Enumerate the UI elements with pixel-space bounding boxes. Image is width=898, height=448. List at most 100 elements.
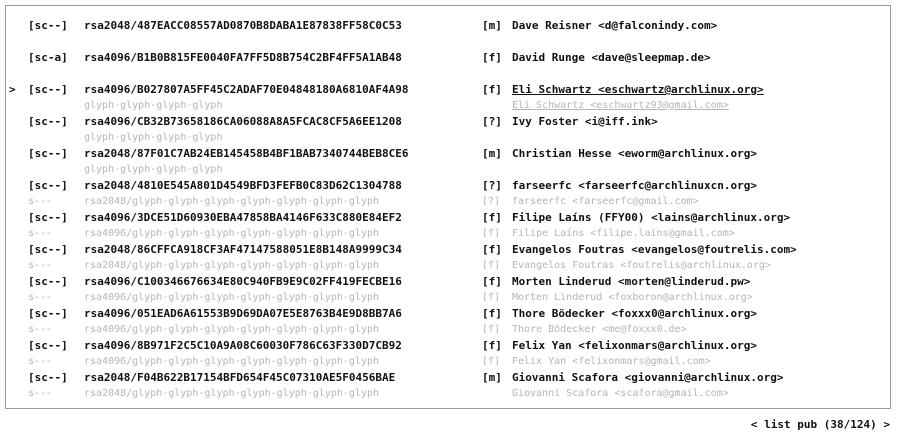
key-fingerprint: rsa2048/4810E545A801D4549BFD3FEFB0C83D62… xyxy=(84,179,402,192)
key-user-id: Morten Linderud <morten@linderud.pw> xyxy=(512,275,751,288)
key-row[interactable]: [sc--] rsa2048/487EACC08557AD0870B8DABA1E… xyxy=(6,18,890,50)
key-primary-line: [sc--] rsa4096/051EAD6A61553B9D69DA07E5E8… xyxy=(28,306,757,322)
key-trust: [?] xyxy=(482,179,502,192)
subkey-capabilities: s--- xyxy=(28,356,53,367)
key-user-id: Thore Bödecker <foxxx0@archlinux.org> xyxy=(512,307,758,320)
key-secondary-line: s--- rsa4096/glyph-glyph-glyph-glyph-glyp… xyxy=(28,226,735,242)
key-row[interactable]: [sc--] rsa2048/4810E545A801D4549BFD3FEFB0… xyxy=(6,178,890,210)
subkey-trust: [f] xyxy=(482,260,501,271)
secondary-user-id: Eli Schwartz <eschwartz93@gmail.com> xyxy=(512,100,729,111)
subkey-capabilities: s--- xyxy=(28,292,53,303)
subkey-id: glyph-glyph-glyph-glyph xyxy=(84,100,223,111)
key-row[interactable]: [sc--] rsa2048/86CFFCA918CF3AF47147588051… xyxy=(6,242,890,274)
subkey-trust: [?] xyxy=(482,196,501,207)
key-primary-line: [sc-a] rsa4096/B1B0B815FE0040FA7FF5D8B754… xyxy=(28,50,711,66)
subkey-id: glyph-glyph-glyph-glyph xyxy=(84,164,223,175)
key-capabilities: [sc--] xyxy=(28,211,68,224)
key-fingerprint: rsa4096/B027807A5FF45C2ADAF70E04848180A6… xyxy=(84,83,409,96)
key-user-id: Felix Yan <felixonmars@archlinux.org> xyxy=(512,339,758,352)
key-capabilities: [sc--] xyxy=(28,19,68,32)
key-fingerprint: rsa2048/487EACC08557AD0870B8DABA1E87838F… xyxy=(84,19,402,32)
key-user-id: Eli Schwartz <eschwartz@archlinux.org> xyxy=(512,83,764,96)
key-row[interactable]: [sc--] rsa4096/051EAD6A61553B9D69DA07E5E8… xyxy=(6,306,890,338)
key-user-id: Evangelos Foutras <evangelos@foutrelis.c… xyxy=(512,243,797,256)
key-row[interactable]: [sc-a] rsa4096/B1B0B815FE0040FA7FF5D8B754… xyxy=(6,50,890,82)
key-row[interactable]: [sc--] rsa2048/F04B622B17154BFD654F45C073… xyxy=(6,370,890,402)
subkey-trust: [f] xyxy=(482,292,501,303)
key-fingerprint: rsa2048/86CFFCA918CF3AF47147588051E8B148… xyxy=(84,243,402,256)
key-trust: [f] xyxy=(482,307,502,320)
subkey-id: rsa4096/glyph-glyph-glyph-glyph-glyph-gl… xyxy=(84,324,380,335)
subkey-capabilities: s--- xyxy=(28,260,53,271)
previous-page-button[interactable]: < xyxy=(751,418,758,432)
key-capabilities: [sc--] xyxy=(28,275,68,288)
key-capabilities: [sc--] xyxy=(28,179,68,192)
key-secondary-line xyxy=(28,66,512,82)
key-user-id: Ivy Foster <i@iff.ink> xyxy=(512,115,658,128)
subkey-trust: [f] xyxy=(482,324,501,335)
key-capabilities: [sc--] xyxy=(28,339,68,352)
key-fingerprint: rsa4096/3DCE51D60930EBA47858BA4146F633C8… xyxy=(84,211,402,224)
key-primary-line: [sc--] rsa4096/C100346676634E80C940FB9E9C… xyxy=(28,274,750,290)
key-trust: [f] xyxy=(482,275,502,288)
key-trust: [f] xyxy=(482,51,502,64)
key-row[interactable]: [sc--] rsa4096/C100346676634E80C940FB9E9C… xyxy=(6,274,890,306)
key-fingerprint: rsa4096/CB32B73658186CA06088A8A5FCAC8CF5… xyxy=(84,115,402,128)
key-row[interactable]: [sc--] rsa4096/8B971F2C5C10A9A08C60030F78… xyxy=(6,338,890,370)
key-secondary-line: s--- rsa4096/glyph-glyph-glyph-glyph-glyp… xyxy=(28,322,687,338)
subkey-capabilities: s--- xyxy=(28,324,53,335)
secondary-user-id: Thore Bödecker <me@foxxx0.de> xyxy=(512,324,687,335)
key-user-id: Giovanni Scafora <giovanni@archlinux.org… xyxy=(512,371,784,384)
key-trust: [f] xyxy=(482,83,502,96)
subkey-capabilities: s--- xyxy=(28,388,53,399)
key-fingerprint: rsa4096/051EAD6A61553B9D69DA07E5E8763B4E… xyxy=(84,307,402,320)
key-list: [sc--] rsa2048/487EACC08557AD0870B8DABA1E… xyxy=(6,18,890,402)
key-fingerprint: rsa4096/8B971F2C5C10A9A08C60030F786C63F3… xyxy=(84,339,402,352)
key-list-panel: [sc--] rsa2048/487EACC08557AD0870B8DABA1E… xyxy=(5,5,891,409)
key-user-id: David Runge <dave@sleepmap.de> xyxy=(512,51,711,64)
subkey-trust: [f] xyxy=(482,228,501,239)
key-capabilities: [sc--] xyxy=(28,115,68,128)
key-primary-line: [sc--] rsa4096/8B971F2C5C10A9A08C60030F78… xyxy=(28,338,757,354)
key-secondary-line: glyph-glyph-glyph-glyph xyxy=(28,130,512,146)
next-page-button[interactable]: > xyxy=(883,418,890,432)
key-secondary-line: s--- rsa2048/glyph-glyph-glyph-glyph-glyp… xyxy=(28,386,729,402)
key-secondary-line xyxy=(28,34,512,50)
key-trust: [f] xyxy=(482,243,502,256)
key-primary-line: [sc--] rsa2048/86CFFCA918CF3AF47147588051… xyxy=(28,242,797,258)
key-secondary-line: s--- rsa4096/glyph-glyph-glyph-glyph-glyp… xyxy=(28,354,711,370)
subkey-id: rsa2048/glyph-glyph-glyph-glyph-glyph-gl… xyxy=(84,260,380,271)
secondary-user-id: farseerfc <farseerfc@gmail.com> xyxy=(512,196,699,207)
key-row[interactable]: [sc--] rsa4096/CB32B73658186CA06088A8A5FC… xyxy=(6,114,890,146)
subkey-capabilities: s--- xyxy=(28,196,53,207)
key-primary-line: [sc--] rsa4096/CB32B73658186CA06088A8A5FC… xyxy=(28,114,658,130)
key-secondary-line: s--- rsa4096/glyph-glyph-glyph-glyph-glyp… xyxy=(28,290,753,306)
key-capabilities: [sc-a] xyxy=(28,51,68,64)
subkey-id: rsa4096/glyph-glyph-glyph-glyph-glyph-gl… xyxy=(84,292,380,303)
key-primary-line: [sc--] rsa2048/F04B622B17154BFD654F45C073… xyxy=(28,370,784,386)
key-trust: [m] xyxy=(482,19,502,32)
key-user-id: Christian Hesse <eworm@archlinux.org> xyxy=(512,147,758,160)
secondary-user-id: Filipe Laíns <filipe.lains@gmail.com> xyxy=(512,228,735,239)
secondary-user-id: Morten Linderud <foxboron@archlinux.org> xyxy=(512,292,753,303)
subkey-id: glyph-glyph-glyph-glyph xyxy=(84,132,223,143)
key-row[interactable]: > [sc--] rsa4096/B027807A5FF45C2ADAF70E048… xyxy=(6,82,890,114)
subkey-trust: [f] xyxy=(482,356,501,367)
key-user-id: farseerfc <farseerfc@archlinuxcn.org> xyxy=(512,179,758,192)
status-bar: < list pub (38/124) > xyxy=(751,418,890,432)
key-secondary-line: glyph-glyph-glyph-glyph Eli Schwartz <esc… xyxy=(28,98,729,114)
key-trust: [m] xyxy=(482,371,502,384)
key-fingerprint: rsa2048/F04B622B17154BFD654F45C07310AE5F… xyxy=(84,371,396,384)
key-row[interactable]: [sc--] rsa2048/87F01C7AB24EB145458B4BF1BA… xyxy=(6,146,890,178)
subkey-id: rsa4096/glyph-glyph-glyph-glyph-glyph-gl… xyxy=(84,228,380,239)
selection-cursor: > xyxy=(9,83,16,96)
key-capabilities: [sc--] xyxy=(28,307,68,320)
subkey-id: rsa2048/glyph-glyph-glyph-glyph-glyph-gl… xyxy=(84,196,380,207)
key-fingerprint: rsa2048/87F01C7AB24EB145458B4BF1BAB73407… xyxy=(84,147,409,160)
key-row[interactable]: [sc--] rsa4096/3DCE51D60930EBA47858BA4146… xyxy=(6,210,890,242)
key-capabilities: [sc--] xyxy=(28,147,68,160)
secondary-user-id: Evangelos Foutras <foutrelis@archlinux.o… xyxy=(512,260,771,271)
key-primary-line: [sc--] rsa2048/487EACC08557AD0870B8DABA1E… xyxy=(28,18,717,34)
key-capabilities: [sc--] xyxy=(28,371,68,384)
key-primary-line: [sc--] rsa2048/87F01C7AB24EB145458B4BF1BA… xyxy=(28,146,757,162)
